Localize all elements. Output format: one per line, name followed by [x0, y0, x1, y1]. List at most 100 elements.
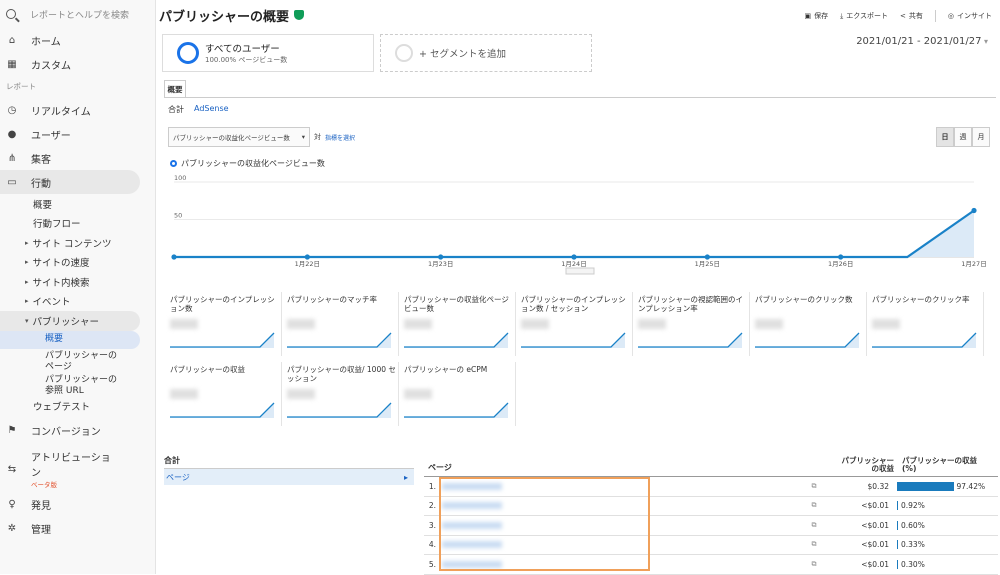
tab-overview[interactable]: 概要 — [164, 80, 186, 98]
col-page: ページ — [428, 463, 452, 472]
copy-icon[interactable]: ⧉ — [805, 501, 823, 510]
metric-sparkline — [872, 332, 977, 348]
metric-sparkline — [170, 402, 275, 418]
table-row[interactable]: 4. ⧉ <$0.01 0.33% — [424, 536, 998, 555]
save-button[interactable]: ▣ 保存 — [804, 11, 828, 21]
export-button[interactable]: ⤓ エクスポート — [840, 11, 888, 21]
nav-custom[interactable]: ▦ カスタム — [0, 52, 155, 76]
subtab-adsense[interactable]: AdSense — [194, 104, 229, 115]
row-pct: 0.33% — [901, 540, 925, 550]
nav-behavior-flow[interactable]: 行動フロー — [0, 214, 155, 234]
y-tick-label: 50 — [174, 212, 182, 220]
nav-conversion[interactable]: ⚑ コンバージョン — [0, 418, 155, 442]
line-chart[interactable]: 100 50 1月22日 1月23日 1月24日 1月25日 1月26日 1月27日 — [164, 172, 994, 277]
metric-select[interactable]: パブリッシャーの収益化ページビュー数 ▾ — [168, 127, 310, 147]
dimension-row-page[interactable]: ページ ▸ — [164, 469, 414, 485]
copy-icon[interactable]: ⧉ — [805, 560, 823, 569]
page-path-redacted[interactable] — [442, 502, 502, 510]
metric-label: パブリッシャーのクリック率 — [872, 295, 970, 304]
row-revenue: <$0.01 — [861, 501, 889, 511]
search-box[interactable]: レポートとヘルプを検索 — [0, 0, 155, 28]
subtab-total[interactable]: 合計 — [168, 104, 184, 115]
nav-publisher-pages[interactable]: パブリッシャーの ページ — [0, 349, 155, 373]
date-range-picker[interactable]: 2021/01/21 - 2021/01/27 — [856, 36, 988, 47]
period-toggle: 日 週 月 — [936, 127, 990, 147]
metric-select-value: パブリッシャーの収益化ページビュー数 — [173, 134, 290, 142]
nav-realtime[interactable]: ◷ リアルタイム — [0, 98, 155, 122]
attribution-icon: ⇆ — [7, 463, 17, 475]
row-pct-cell: 0.30% — [889, 559, 989, 569]
segment-sub: 100.00% ページビュー数 — [205, 56, 288, 64]
nav-site-content[interactable]: サイト コンテンツ — [0, 233, 155, 253]
nav-behavior[interactable]: ▭ 行動 — [0, 170, 140, 194]
segment-all-users[interactable]: すべてのユーザー 100.00% ページビュー数 — [162, 34, 374, 72]
metric-card[interactable]: パブリッシャーの収益 — [168, 362, 282, 426]
table-row[interactable]: 2. ⧉ <$0.01 0.92% — [424, 497, 998, 516]
metrics-row: パブリッシャーの収益 パブリッシャーの収益/ 1000 セッション パブリッシャーの… — [168, 362, 984, 426]
x-tick-label: 1月26日 — [828, 260, 853, 268]
nav-site-content-label: サイト コンテンツ — [32, 238, 112, 250]
period-day-button[interactable]: 日 — [936, 127, 954, 147]
col-revenue-pct[interactable]: パブリッシャーの収益 (%) — [894, 457, 994, 473]
data-point — [304, 254, 310, 260]
page-table-header: ページ パブリッシャー の収益 パブリッシャーの収益 (%) — [424, 455, 998, 477]
nav-site-speed[interactable]: サイトの速度 — [0, 253, 155, 273]
table-row[interactable]: 3. ⧉ <$0.01 0.60% — [424, 516, 998, 536]
copy-icon[interactable]: ⧉ — [805, 540, 823, 549]
row-pct-cell: 97.42% — [889, 481, 989, 491]
table-row[interactable]: 5. ⧉ <$0.01 0.30% — [424, 555, 998, 575]
nav-discover[interactable]: ♀ 発見 — [0, 492, 155, 516]
nav-events[interactable]: イベント — [0, 292, 155, 312]
series-line — [174, 209, 975, 259]
nav-publisher-referrers[interactable]: パブリッシャーの 参照 URL — [0, 373, 155, 397]
nav-attribution[interactable]: ⇆ アトリビューショ ン ベータ版 — [0, 446, 155, 492]
metric-card[interactable]: パブリッシャーのクリック率 — [870, 292, 984, 356]
verified-shield-icon — [294, 10, 305, 20]
add-segment-button[interactable]: + セグメントを追加 — [380, 34, 592, 72]
nav-publisher-label: パブリッシャー — [32, 316, 100, 328]
share-button[interactable]: < 共有 — [900, 11, 923, 21]
nav-users[interactable]: ● ユーザー — [0, 122, 155, 146]
subtabs: 合計 AdSense — [168, 104, 229, 115]
copy-icon[interactable]: ⧉ — [805, 482, 823, 491]
metric-value-redacted — [170, 389, 198, 399]
download-icon: ⤓ — [840, 11, 844, 20]
nav-home[interactable]: ⌂ ホーム — [0, 28, 155, 52]
nav-web-test[interactable]: ウェブテスト — [0, 397, 155, 417]
search-input[interactable]: レポートとヘルプを検索 — [30, 8, 129, 21]
metric-card[interactable]: パブリッシャーの視認範囲のインプレッション率 — [636, 292, 750, 356]
page-path-redacted[interactable] — [442, 482, 502, 490]
metric-card[interactable]: パブリッシャーの収益化ページビュー数 — [402, 292, 516, 356]
insight-button[interactable]: ◎ インサイト — [948, 11, 992, 21]
table-row[interactable]: 1. ⧉ $0.32 97.42% — [424, 477, 998, 497]
nav-publisher-overview[interactable]: 概要 — [0, 330, 140, 349]
nav-behavior-label: 行動 — [31, 178, 51, 190]
row-pct-bar — [897, 481, 954, 491]
metric-card[interactable]: パブリッシャーのクリック数 — [753, 292, 867, 356]
col-revenue[interactable]: パブリッシャー の収益 — [828, 457, 895, 473]
metric-card[interactable]: パブリッシャーのインプレッション数 — [168, 292, 282, 356]
metric-card[interactable]: パブリッシャーのマッチ率 — [285, 292, 399, 356]
metric-card[interactable]: パブリッシャーの収益/ 1000 セッション — [285, 362, 399, 426]
nav-behavior-overview[interactable]: 概要 — [0, 194, 155, 214]
nav-acquisition[interactable]: ⋔ 集客 — [0, 146, 155, 170]
page-path-redacted[interactable] — [442, 521, 502, 529]
nav-publisher[interactable]: パブリッシャー — [0, 311, 140, 331]
choose-metric-link[interactable]: 指標を選択 — [325, 133, 355, 142]
page-path-redacted[interactable] — [442, 541, 502, 549]
nav-site-search-label: サイト内検索 — [32, 277, 90, 289]
nav-admin[interactable]: ✲ 管理 — [0, 516, 155, 540]
page-path-redacted[interactable] — [442, 560, 502, 568]
nav-site-search[interactable]: サイト内検索 — [0, 272, 155, 292]
nav-realtime-label: リアルタイム — [31, 106, 91, 118]
chart-collapse-handle[interactable] — [565, 267, 595, 275]
data-point — [171, 254, 177, 260]
copy-icon[interactable]: ⧉ — [805, 521, 823, 530]
metric-label: パブリッシャーの視認範囲のインプレッション率 — [638, 295, 743, 313]
x-tick-label: 1月23日 — [428, 260, 453, 268]
metric-card[interactable]: パブリッシャーのインプレッション数 / セッション — [519, 292, 633, 356]
search-icon — [6, 9, 16, 19]
period-week-button[interactable]: 週 — [954, 127, 972, 147]
metric-card[interactable]: パブリッシャーの eCPM — [402, 362, 516, 426]
period-month-button[interactable]: 月 — [972, 127, 990, 147]
